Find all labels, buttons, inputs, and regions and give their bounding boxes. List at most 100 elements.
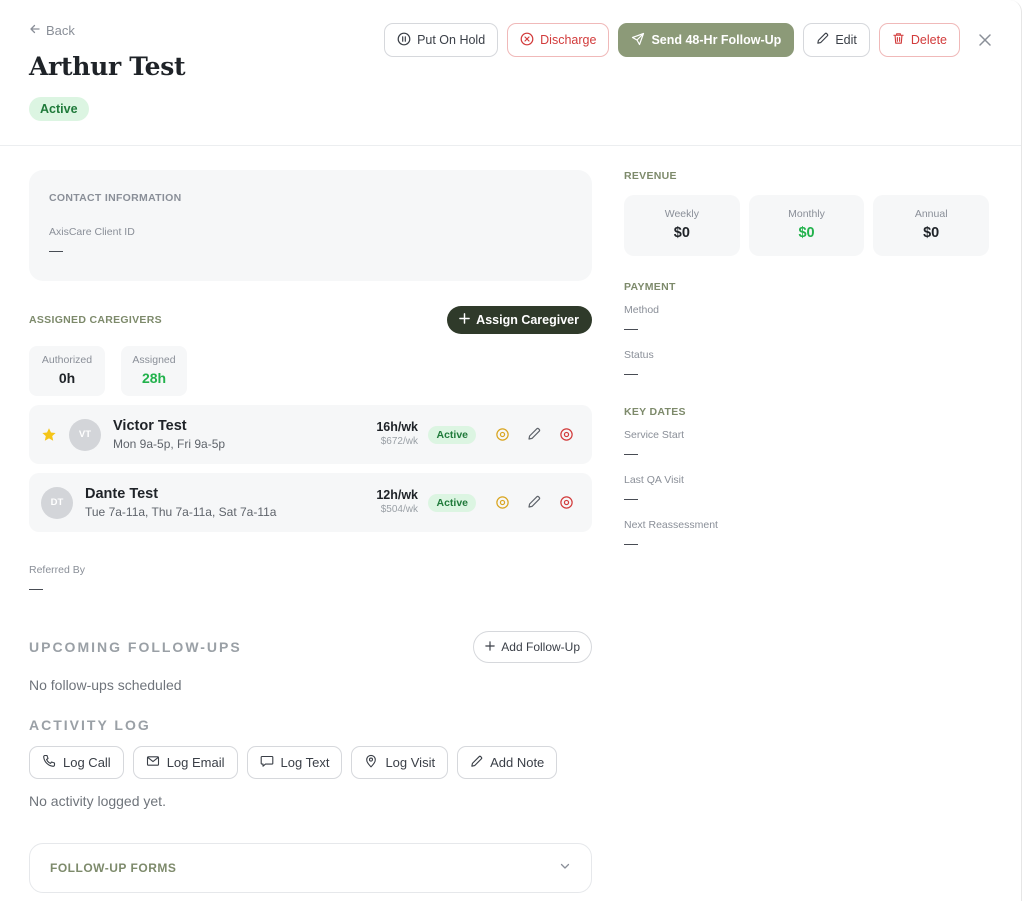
service-start-value: — [624,445,638,461]
caregiver-status-badge: Active [428,494,476,512]
plus-icon [485,640,496,654]
send-follow-up-button[interactable]: Send 48-Hr Follow-Up [618,23,795,57]
log-email-button[interactable]: Log Email [132,746,238,779]
payment-section: PAYMENT Method — Status — [624,281,989,381]
target-icon[interactable] [494,426,510,442]
right-column: REVENUE Weekly $0 Monthly $0 Annual $0 P… [624,170,990,551]
back-link[interactable]: Back [29,23,75,38]
avatar: VT [69,418,101,451]
payment-status-label: Status [624,349,654,361]
pencil-icon [816,32,829,48]
hours-summary: Authorized 0h Assigned 28h [29,346,592,396]
star-icon[interactable] [41,427,57,443]
next-reassessment-value: — [624,535,638,551]
revenue-weekly-label: Weekly [664,208,699,220]
log-visit-label: Log Visit [385,755,436,770]
add-follow-up-button[interactable]: Add Follow-Up [473,631,592,663]
last-qa-visit-value: — [624,490,638,506]
log-call-button[interactable]: Log Call [29,746,124,779]
caregiver-weekly-cost: $672/wk [380,436,418,447]
authorized-value: 0h [58,370,76,386]
pencil-icon[interactable] [526,426,542,442]
follow-up-forms-accordion[interactable]: FOLLOW-UP FORMS [29,843,592,893]
page-title: Arthur Test [29,52,186,81]
service-start-label: Service Start [624,429,685,441]
followups-header: UPCOMING FOLLOW-UPS Add Follow-Up [29,631,592,663]
caregiver-row[interactable]: DT Dante Test Tue 7a-11a, Thu 7a-11a, Sa… [29,473,592,532]
caregiver-rate: 16h/wk $672/wk [376,420,418,447]
revenue-heading: REVENUE [624,170,677,182]
caregivers-heading: ASSIGNED CAREGIVERS [29,314,162,326]
caregiver-actions [494,494,574,510]
client-id-label: AxisCare Client ID [49,226,135,238]
avatar: DT [41,486,73,519]
add-note-button[interactable]: Add Note [457,746,558,779]
pause-circle-icon [397,32,411,49]
revenue-weekly-value: $0 [673,225,690,241]
target-icon[interactable] [494,494,510,510]
caregiver-name: Victor Test [113,418,187,434]
put-on-hold-label: Put On Hold [417,33,486,47]
revenue-annual: Annual $0 [873,195,990,256]
followups-empty: No follow-ups scheduled [29,677,182,693]
phone-icon [42,754,56,771]
client-detail-modal: Back Arthur Test Active Put On Hold Disc… [0,0,1022,901]
assigned-value: 28h [141,370,167,386]
log-visit-button[interactable]: Log Visit [351,746,449,779]
activity-actions: Log Call Log Email Log Text Log Visit Ad… [29,746,592,779]
pencil-icon [470,755,483,771]
activity-heading: ACTIVITY LOG [29,717,151,733]
log-text-label: Log Text [280,755,330,770]
caregivers-header: ASSIGNED CAREGIVERS Assign Caregiver [29,306,592,334]
client-id-value: — [49,242,63,258]
delete-label: Delete [910,33,947,47]
message-icon [260,754,274,771]
next-reassessment-label: Next Reassessment [624,519,718,531]
referred-by-value: — [29,580,43,596]
mail-icon [146,754,160,771]
caregiver-info: Victor Test Mon 9a-5p, Fri 9a-5p [113,418,225,451]
left-column: CONTACT INFORMATION AxisCare Client ID —… [29,170,592,893]
revenue-annual-value: $0 [923,225,940,241]
remove-circle-icon[interactable] [558,426,574,442]
last-qa-visit-label: Last QA Visit [624,474,684,486]
payment-method-label: Method [624,304,660,316]
close-icon[interactable] [975,30,995,50]
referred-by: Referred By — [29,564,592,596]
status-badge: Active [29,97,89,121]
assign-caregiver-label: Assign Caregiver [476,313,579,327]
revenue-weekly: Weekly $0 [624,195,740,256]
remove-circle-icon[interactable] [558,494,574,510]
add-follow-up-label: Add Follow-Up [501,640,580,654]
caregiver-schedule: Mon 9a-5p, Fri 9a-5p [113,437,226,451]
log-text-button[interactable]: Log Text [246,746,343,779]
caregiver-hours: 12h/wk [376,488,418,502]
back-label: Back [46,23,75,38]
put-on-hold-button[interactable]: Put On Hold [384,23,499,57]
delete-button[interactable]: Delete [878,23,960,57]
payment-heading: PAYMENT [624,281,676,293]
referred-by-label: Referred By [29,564,86,576]
follow-up-forms-heading: FOLLOW-UP FORMS [50,861,177,875]
key-dates-section: KEY DATES Service Start — Last QA Visit … [624,406,989,551]
plus-icon [459,313,470,327]
header-divider [0,145,1021,146]
caregiver-status-badge: Active [428,426,476,444]
pencil-icon[interactable] [526,494,542,510]
caregiver-row[interactable]: VT Victor Test Mon 9a-5p, Fri 9a-5p 16h/… [29,405,592,464]
payment-method-value: — [624,320,638,336]
revenue-monthly: Monthly $0 [748,195,865,256]
send-follow-up-label: Send 48-Hr Follow-Up [651,33,782,47]
chevron-down-icon [559,859,571,877]
revenue-annual-label: Annual [914,208,948,220]
edit-button[interactable]: Edit [803,23,870,57]
contact-heading: CONTACT INFORMATION [49,192,182,204]
map-pin-icon [364,754,378,771]
key-dates-heading: KEY DATES [624,406,686,418]
assigned-hours: Assigned 28h [121,346,187,396]
authorized-hours: Authorized 0h [29,346,105,396]
arrow-left-icon [29,23,41,38]
payment-status-value: — [624,365,638,381]
discharge-button[interactable]: Discharge [507,23,610,57]
assign-caregiver-button[interactable]: Assign Caregiver [447,306,592,334]
